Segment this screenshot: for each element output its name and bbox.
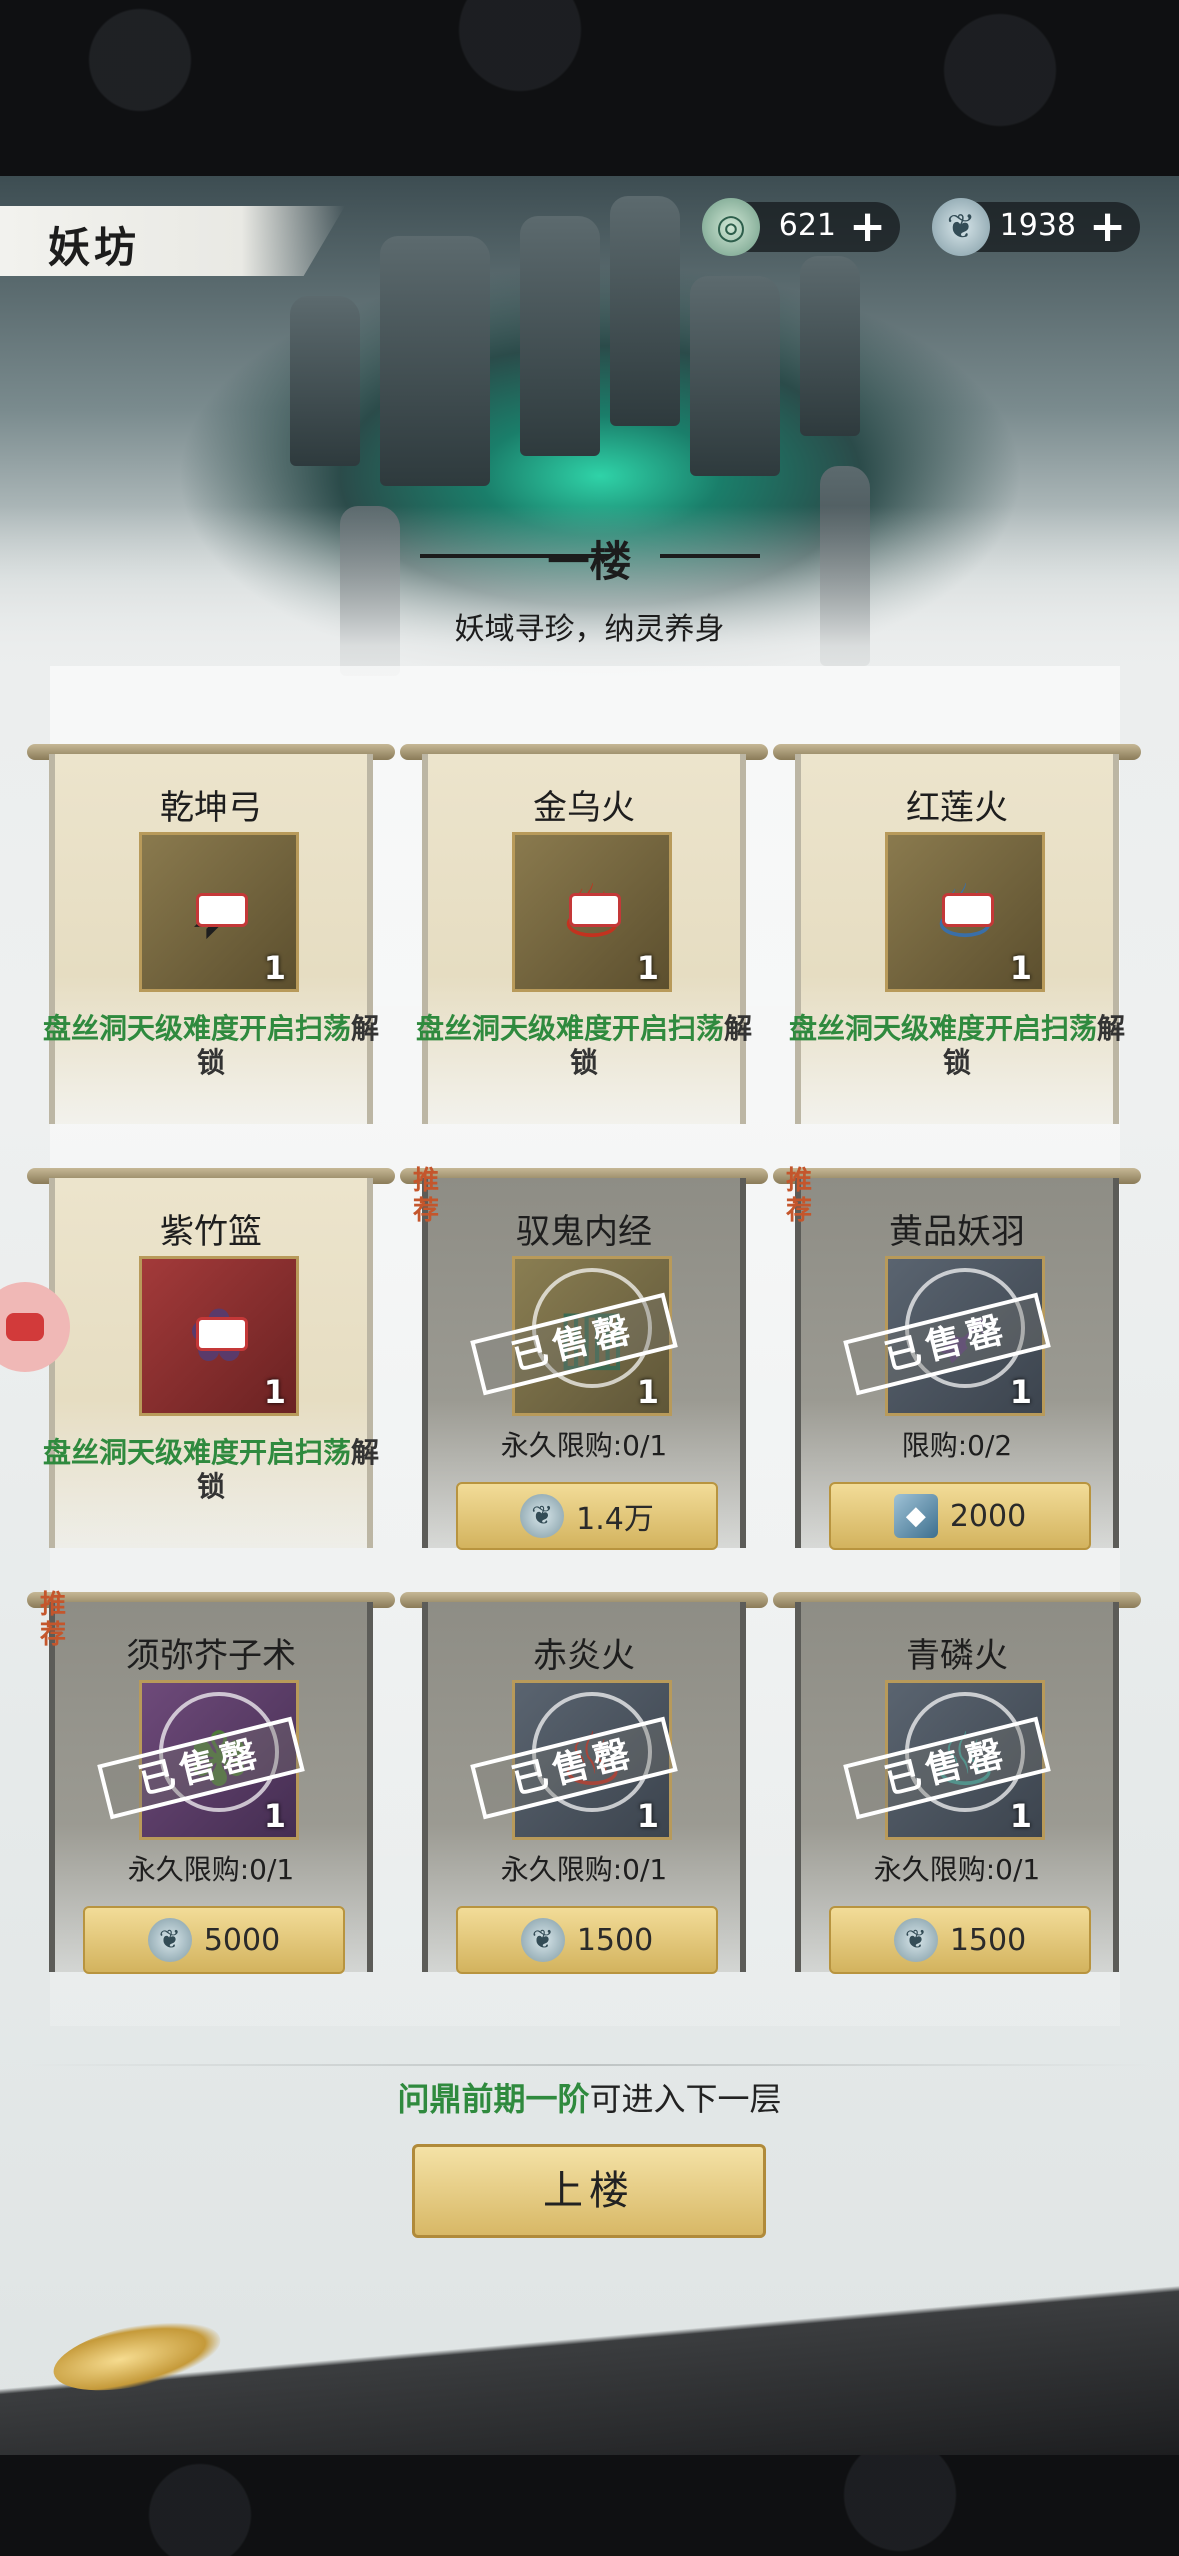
shop-card-red-flame-fire[interactable]: 赤炎火 ♨ 1 已售罄 永久限购:0/1 ❦ 1500 — [400, 1592, 768, 1974]
card-name: 黄品妖羽 — [889, 1212, 1025, 1252]
card-name: 须弥芥子术 — [126, 1636, 296, 1676]
basket-icon: ✿ 1 — [139, 1256, 299, 1416]
card-name: 金乌火 — [533, 788, 635, 828]
gourd-token-icon: ❦ — [147, 1918, 192, 1962]
card-name: 驭鬼内经 — [516, 1212, 652, 1252]
purchase-limit: 永久限购:0/1 — [500, 1429, 668, 1462]
bottom-frame — [0, 2455, 1179, 2556]
card-name: 青磷火 — [906, 1636, 1008, 1676]
page-title: 妖坊 — [0, 206, 345, 276]
floor-title: 一楼 — [547, 537, 632, 586]
shop-screen: 妖坊 ◎ 621 + ❦ 1938 + 一楼 妖域寻珍，纳灵养身 乾坤弓 ➶ 1… — [0, 176, 1179, 2455]
currency-gourd: ❦ 1938 + — [932, 198, 1140, 256]
add-jade-button[interactable]: + — [849, 200, 886, 254]
shop-card-ghost-scripture[interactable]: 推荐 驭鬼内经 ▥ 1 已售罄 永久限购:0/1 ❦ 1.4万 — [400, 1166, 768, 1550]
shop-card-qiankun-bow[interactable]: 乾坤弓 ➶ 1 盘丝洞天级难度开启扫荡解锁 — [27, 744, 395, 1124]
price-button[interactable]: ❦ 1500 — [829, 1906, 1091, 1974]
price-button[interactable]: ❦ 5000 — [83, 1906, 345, 1974]
shop-card-purple-bamboo-basket[interactable]: 紫竹篮 ✿ 1 盘丝洞天级难度开启扫荡解锁 — [27, 1168, 395, 1548]
add-gourd-button[interactable]: + — [1089, 200, 1126, 254]
go-upstairs-button[interactable]: 上楼 — [412, 2144, 766, 2238]
shop-card-blue-phosphor-fire[interactable]: 青磷火 ♨ 1 已售罄 永久限购:0/1 ❦ 1500 — [773, 1592, 1141, 1974]
lock-icon — [569, 893, 621, 927]
currency-jade-value: 621 — [778, 208, 836, 243]
lock-icon — [196, 893, 248, 927]
crystal-token-icon: ◆ — [893, 1494, 938, 1538]
currency-jade: ◎ 621 + — [702, 198, 900, 256]
card-name: 红莲火 — [906, 788, 1008, 828]
card-name: 乾坤弓 — [160, 788, 262, 828]
price-button[interactable]: ❦ 1500 — [456, 1906, 718, 1974]
shop-card-red-lotus-fire[interactable]: 红莲火 ♨ 1 盘丝洞天级难度开启扫荡解锁 — [773, 744, 1141, 1124]
shop-card-golden-crow-fire[interactable]: 金乌火 ♨ 1 盘丝洞天级难度开启扫荡解锁 — [400, 744, 768, 1124]
divider — [30, 2064, 1150, 2066]
top-frame — [0, 0, 1179, 176]
gourd-token-icon: ❦ — [520, 1918, 565, 1962]
price-button[interactable]: ◆ 2000 — [829, 1482, 1091, 1550]
blue-flame-icon: ♨ 1 — [885, 832, 1045, 992]
shop-card-sumeru-technique[interactable]: 推荐 须弥芥子术 ✾ 1 已售罄 永久限购:0/1 ❦ 5000 — [27, 1590, 395, 1974]
unlock-condition: 盘丝洞天级难度开启扫荡解锁 — [42, 1436, 380, 1503]
floor-subtitle: 妖域寻珍，纳灵养身 — [454, 612, 725, 647]
gourd-token-icon: ❦ — [520, 1494, 565, 1538]
purchase-limit: 永久限购:0/1 — [500, 1853, 668, 1886]
card-name: 赤炎火 — [533, 1636, 635, 1676]
next-floor-tip: 问鼎前期一阶可进入下一层 — [397, 2080, 782, 2118]
bow-icon: ➶ 1 — [139, 832, 299, 992]
card-name: 紫竹篮 — [160, 1212, 262, 1252]
purchase-limit: 永久限购:0/1 — [127, 1853, 295, 1886]
unlock-condition: 盘丝洞天级难度开启扫荡解锁 — [415, 1012, 753, 1079]
shop-card-yellow-feather[interactable]: 推荐 黄品妖羽 ➹ 1 已售罄 限购:0/2 ◆ 2000 — [773, 1166, 1141, 1550]
purchase-limit: 限购:0/2 — [901, 1429, 1013, 1462]
price-button[interactable]: ❦ 1.4万 — [456, 1482, 718, 1550]
gourd-token-icon: ❦ — [893, 1918, 938, 1962]
currency-gourd-value: 1938 — [999, 208, 1076, 243]
jade-token-icon: ◎ — [702, 198, 760, 256]
page-title-text: 妖坊 — [48, 223, 141, 272]
lock-icon — [196, 1317, 248, 1351]
unlock-condition: 盘丝洞天级难度开启扫荡解锁 — [42, 1012, 380, 1079]
red-flame-icon: ♨ 1 — [512, 832, 672, 992]
lock-icon — [942, 893, 994, 927]
unlock-condition: 盘丝洞天级难度开启扫荡解锁 — [788, 1012, 1126, 1079]
purchase-limit: 永久限购:0/1 — [873, 1853, 1041, 1886]
gourd-token-icon: ❦ — [932, 198, 990, 256]
gamepad-icon — [6, 1313, 44, 1341]
